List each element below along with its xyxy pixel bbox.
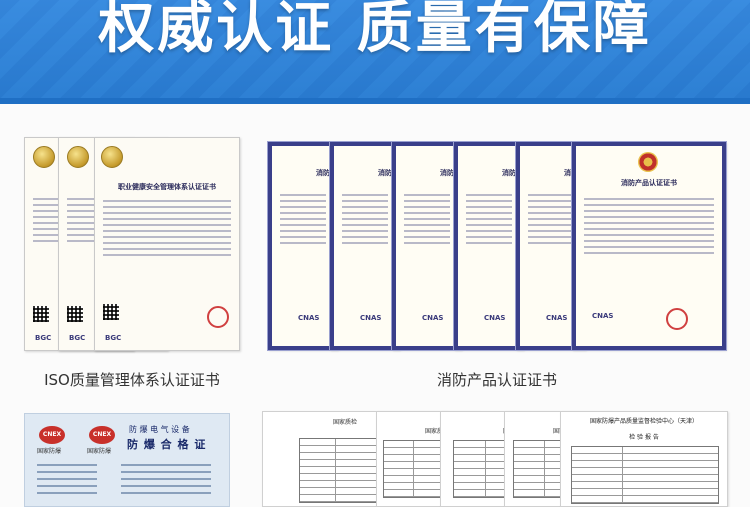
bgc-logo: BGC xyxy=(69,334,86,342)
qr-code-icon xyxy=(33,306,49,322)
iso-certificate-caption: ISO质量管理体系认证证书 xyxy=(44,371,220,389)
cnas-logo: CNAS xyxy=(422,314,444,322)
report-header: 国家防爆产品质量监督检验中心（天津） xyxy=(589,418,698,425)
header-banner: 权威认证 质量有保障 xyxy=(0,0,750,104)
cnex-logo: CNEX xyxy=(89,426,115,444)
cnas-logo: CNAS xyxy=(484,314,506,322)
cnas-logo: CNAS xyxy=(298,314,320,322)
fire-certificate-title: 消防产品认证证书 xyxy=(621,179,677,187)
fire-certificate-front: 消防产品认证证书 CNAS xyxy=(571,141,727,351)
national-emblem-icon xyxy=(638,152,658,172)
certificate-text-lines xyxy=(37,464,97,499)
explosion-certificate-header: 防 爆 电 气 设 备 xyxy=(129,425,190,434)
qr-code-icon xyxy=(67,306,83,322)
cnas-logo: CNAS xyxy=(360,314,382,322)
fire-certificate-back-2: 消防 CNAS xyxy=(329,141,401,351)
cnex-logo-subtitle: 国家防爆 xyxy=(87,448,112,455)
gold-seal-icon xyxy=(101,146,123,168)
test-report-front: 国家防爆产品质量监督检验中心（天津） 检 验 报 告 xyxy=(560,411,728,507)
gold-seal-icon xyxy=(33,146,55,168)
red-stamp-icon xyxy=(666,308,688,330)
cnex-logo-subtitle: 国家防爆 xyxy=(37,448,62,455)
explosion-proof-certificate[interactable]: CNEX 国家防爆 CNEX 国家防爆 防 爆 电 气 设 备 防 爆 合 格 … xyxy=(24,413,230,507)
fire-certificate-caption: 消防产品认证证书 xyxy=(436,371,557,389)
certificate-text-lines xyxy=(342,194,388,248)
certificate-text-lines xyxy=(404,194,450,248)
explosion-certificate-title: 防 爆 合 格 证 xyxy=(127,438,207,451)
certificate-text-lines xyxy=(280,194,326,248)
iso-certificate-front: 职业健康安全管理体系认证证书 BGC xyxy=(94,137,240,351)
certificate-text-lines xyxy=(103,200,231,260)
red-stamp-icon xyxy=(207,306,229,328)
certificate-text-lines xyxy=(466,194,512,248)
certificate-text-lines xyxy=(528,194,574,248)
bgc-logo: BGC xyxy=(35,334,52,342)
bgc-logo: BGC xyxy=(105,334,122,342)
cnas-logo: CNAS xyxy=(546,314,568,322)
gold-seal-icon xyxy=(67,146,89,168)
qr-code-icon xyxy=(103,304,119,320)
report-subheader: 检 验 报 告 xyxy=(629,434,659,441)
report-small-header: 国家质检 xyxy=(333,419,358,426)
cnas-logo: CNAS xyxy=(592,312,614,320)
certificate-text-lines xyxy=(584,198,714,258)
iso-certificate-title: 职业健康安全管理体系认证证书 xyxy=(118,183,216,191)
certificate-text-lines xyxy=(121,464,211,499)
fire-certificate-back-1: 消防 CNAS xyxy=(267,141,339,351)
fire-certificate-back-4: 消防 CNAS xyxy=(453,141,525,351)
fire-certificate-back-3: 消防 CNAS xyxy=(391,141,463,351)
cnex-logo: CNEX xyxy=(39,426,65,444)
report-table xyxy=(571,446,719,504)
banner-title: 权威认证 质量有保障 xyxy=(98,0,652,61)
